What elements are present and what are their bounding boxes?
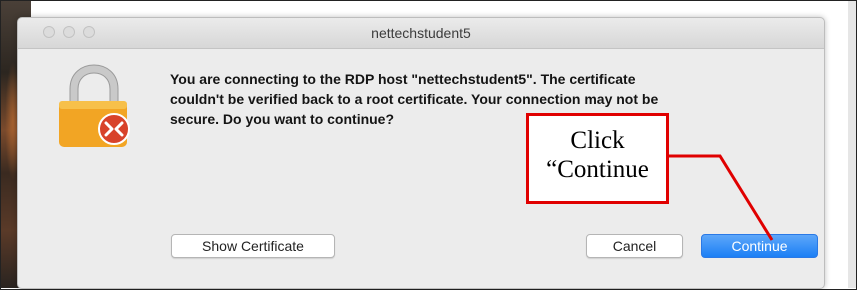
message-line: secure. Do you want to continue? (170, 111, 395, 127)
continue-button[interactable]: Continue (701, 234, 818, 258)
show-certificate-button[interactable]: Show Certificate (171, 234, 335, 258)
callout-line: Click (570, 127, 625, 154)
message-line: couldn't be verified back to a root cert… (170, 91, 659, 107)
instruction-callout: Click “Continue (526, 113, 669, 204)
lock-icon (59, 64, 130, 147)
cancel-button[interactable]: Cancel (586, 234, 683, 258)
remote-desktop-badge-icon (98, 113, 130, 145)
title-bar: nettechstudent5 (18, 18, 824, 49)
message-line: You are connecting to the RDP host "nett… (170, 71, 636, 87)
background-window-edge (848, 1, 856, 288)
certificate-warning-message: You are connecting to the RDP host "nett… (170, 69, 810, 129)
window-title: nettechstudent5 (371, 25, 471, 41)
callout-line: “Continue (546, 156, 649, 183)
rdp-certificate-dialog: nettechstudent5 You are connecting to th… (17, 17, 825, 289)
